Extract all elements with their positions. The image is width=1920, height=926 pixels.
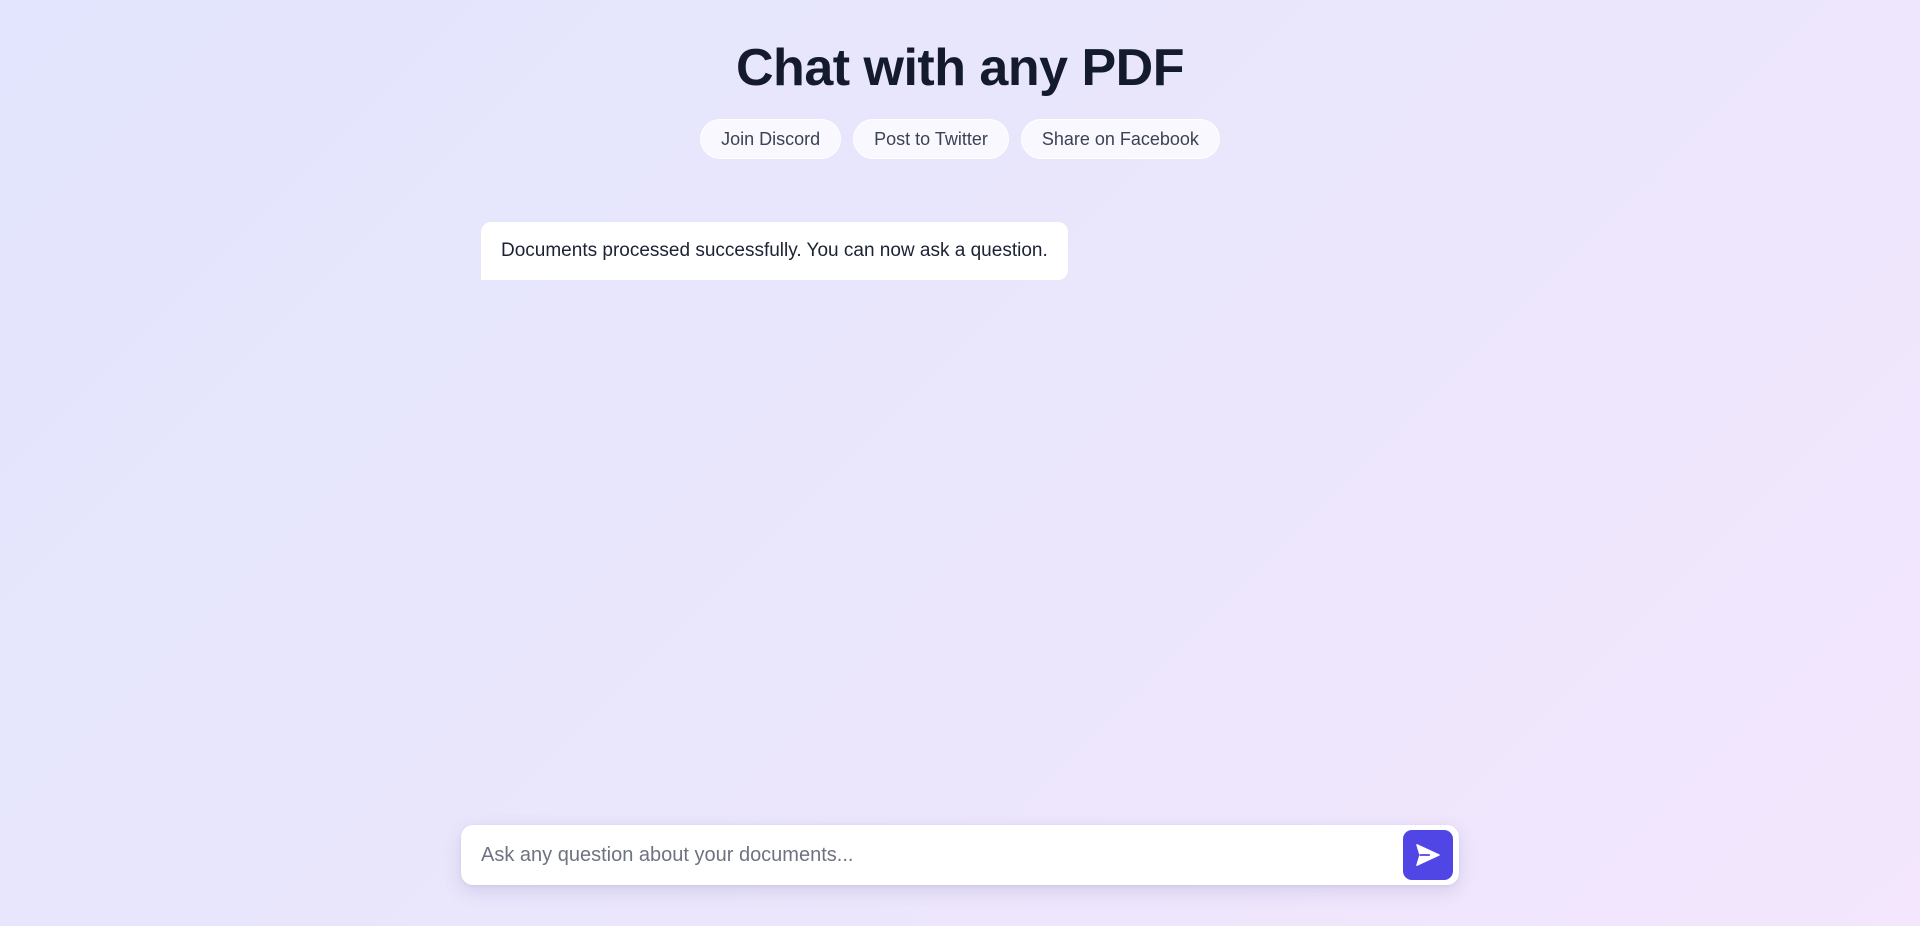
question-input[interactable] <box>481 825 1381 885</box>
question-composer <box>461 825 1459 885</box>
share-on-facebook-button[interactable]: Share on Facebook <box>1020 119 1220 159</box>
share-buttons: Join Discord Post to Twitter Share on Fa… <box>0 119 1920 159</box>
send-icon <box>1416 844 1440 866</box>
send-button[interactable] <box>1403 830 1453 880</box>
post-to-twitter-button[interactable]: Post to Twitter <box>853 119 1009 159</box>
chat-messages: Documents processed successfully. You ca… <box>481 222 1441 280</box>
page-title: Chat with any PDF <box>736 39 1184 97</box>
assistant-message: Documents processed successfully. You ca… <box>481 222 1068 280</box>
join-discord-button[interactable]: Join Discord <box>700 119 842 159</box>
